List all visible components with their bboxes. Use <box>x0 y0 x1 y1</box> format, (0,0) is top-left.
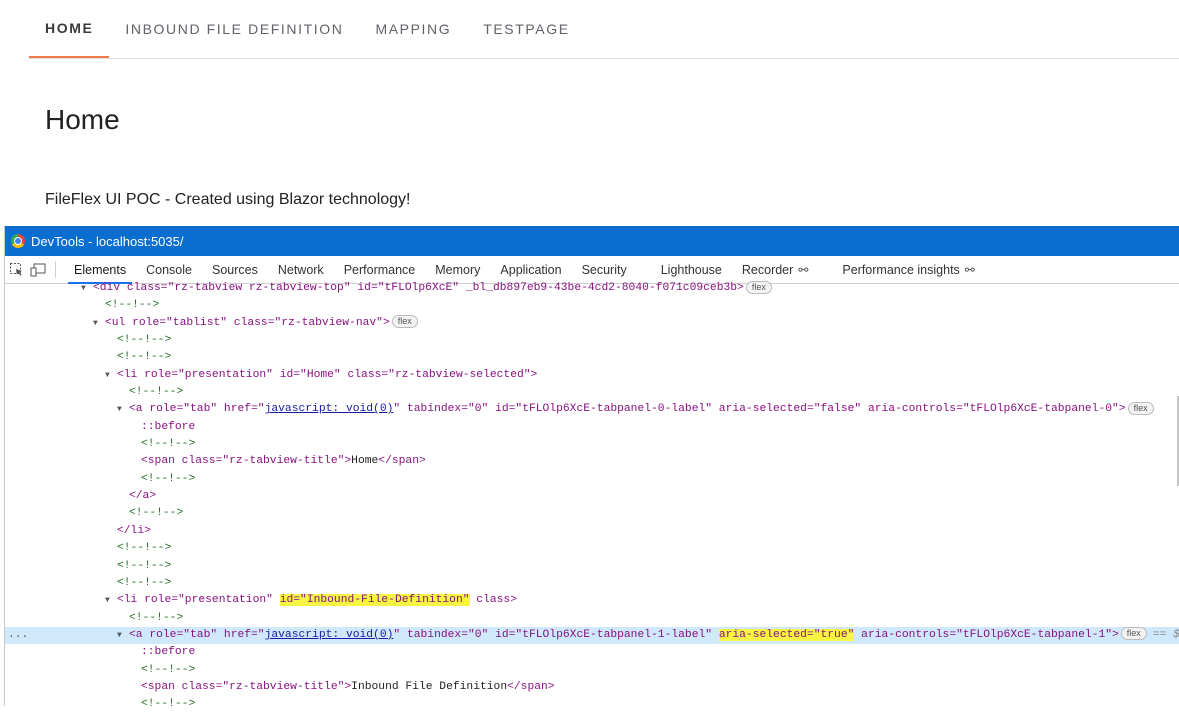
tree-node-comment[interactable]: <!--!--> <box>5 349 1179 366</box>
more-actions-icon[interactable]: ... <box>8 627 28 644</box>
node-text-end: aria-controls="tFLOlp6XcE-tabpanel-1"> <box>854 628 1119 641</box>
tree-node-span-inbound[interactable]: <span class="rz-tabview-title">Inbound F… <box>5 679 1179 696</box>
tree-node-a-tab0[interactable]: ▼ <a role="tab" href="javascript: void(0)… <box>5 401 1179 418</box>
inspect-element-icon[interactable] <box>5 256 27 283</box>
recorder-label: Recorder <box>741 262 794 277</box>
page-description: FileFlex UI POC - Created using Blazor t… <box>45 191 411 208</box>
flex-badge[interactable]: flex <box>1120 627 1147 641</box>
tree-node-a-tab1-selected[interactable]: ... ▼ <a role="tab" href="javascript: void… <box>5 626 1179 645</box>
tree-node-comment[interactable]: <!--!--> <box>5 662 1179 679</box>
devtools-tab-console[interactable]: Console <box>136 256 202 283</box>
devtools-tab-application[interactable]: Application <box>490 256 571 283</box>
tab-inbound-file-definition[interactable]: INBOUND FILE DEFINITION <box>109 0 359 58</box>
toolbar-divider <box>55 261 56 278</box>
tree-node-comment[interactable]: <!--!--> <box>5 332 1179 349</box>
devtools-tab-performance[interactable]: Performance <box>334 256 426 283</box>
tab-testpage[interactable]: TESTPAGE <box>467 0 585 58</box>
tree-node-div[interactable]: ▼ <div class="rz-tabview rz-tabview-top" … <box>5 280 1179 297</box>
span-close: </span> <box>378 455 426 468</box>
devtools-tab-memory[interactable]: Memory <box>425 256 490 283</box>
devtools-tab-performance-insights[interactable]: Performance insights ⚯ <box>832 256 984 283</box>
span-text: Home <box>351 455 379 468</box>
node-text-end: " tabindex="0" id="tFLOlp6XcE-tabpanel-0… <box>393 403 1126 416</box>
tree-node-comment[interactable]: <!--!--> <box>5 575 1179 592</box>
tree-node-span-home[interactable]: <span class="rz-tabview-title">Home</spa… <box>5 453 1179 470</box>
elements-tree: ▼ <div class="rz-tabview rz-tabview-top" … <box>5 280 1179 714</box>
tab-bar: HOME INBOUND FILE DEFINITION MAPPING TES… <box>29 0 1179 59</box>
tree-node-pseudo-before[interactable]: ::before <box>5 644 1179 661</box>
tree-node-comment[interactable]: <!--!--> <box>5 436 1179 453</box>
node-text-start: <a role="tab" href=" <box>129 403 265 416</box>
devtools-window: DevTools - localhost:5035/ Elements Cons… <box>4 226 1179 710</box>
flex-badge[interactable]: flex <box>745 280 772 294</box>
expand-triangle-icon[interactable]: ▼ <box>117 401 129 418</box>
experiment-flask-icon: ⚯ <box>798 262 809 277</box>
span-open: <span class="rz-tabview-title"> <box>141 455 352 468</box>
tree-node-comment[interactable]: <!--!--> <box>5 696 1179 713</box>
span-open: <span class="rz-tabview-title"> <box>141 680 352 693</box>
performance-insights-label: Performance insights <box>842 262 960 277</box>
tree-node-comment[interactable]: <!--!--> <box>5 471 1179 488</box>
devtools-tab-network[interactable]: Network <box>268 256 334 283</box>
tree-node-comment[interactable]: <!--!--> <box>5 540 1179 557</box>
tree-node-comment[interactable]: <!--!--> <box>5 610 1179 627</box>
tab-testpage-label: TESTPAGE <box>483 21 570 37</box>
flex-badge[interactable]: flex <box>391 315 418 329</box>
tab-home[interactable]: HOME <box>29 0 110 58</box>
tree-node-li-close[interactable]: </li> <box>5 523 1179 540</box>
node-text: <ul role="tablist" class="rz-tabview-nav… <box>105 316 390 329</box>
devtools-tab-recorder[interactable]: Recorder ⚯ <box>732 256 832 283</box>
devtools-tab-lighthouse[interactable]: Lighthouse <box>651 256 732 283</box>
tab-mapping-label: MAPPING <box>375 21 452 37</box>
span-close: </span> <box>507 680 555 693</box>
node-text-start: <li role="presentation" <box>117 594 280 607</box>
tree-node-ul[interactable]: ▼ <ul role="tablist" class="rz-tabview-na… <box>5 315 1179 332</box>
expand-triangle-icon[interactable]: ▼ <box>81 280 93 297</box>
devtools-tab-elements[interactable]: Elements <box>64 256 136 284</box>
tree-node-a-close[interactable]: </a> <box>5 488 1179 505</box>
page-title: Home <box>45 104 120 135</box>
tab-inbound-label: INBOUND FILE DEFINITION <box>125 21 344 37</box>
tab-home-label: HOME <box>45 20 94 36</box>
tree-node-comment[interactable]: <!--!--> <box>5 297 1179 314</box>
expand-triangle-icon[interactable]: ▼ <box>117 627 129 644</box>
devtools-tab-security[interactable]: Security <box>572 256 651 283</box>
devtools-title: DevTools - localhost:5035/ <box>31 233 184 249</box>
span-text: Inbound File Definition <box>351 680 508 693</box>
highlighted-id-attribute: id="Inbound-File-Definition" <box>279 594 470 607</box>
devtools-title-bar: DevTools - localhost:5035/ <box>5 226 1179 256</box>
tree-node-li-inbound[interactable]: ▼ <li role="presentation" id="Inbound-Fil… <box>5 592 1179 609</box>
experiment-flask-icon: ⚯ <box>964 262 975 277</box>
device-toolbar-icon[interactable] <box>27 256 49 283</box>
tab-mapping[interactable]: MAPPING <box>359 0 467 58</box>
app-page: HOME INBOUND FILE DEFINITION MAPPING TES… <box>0 0 1179 226</box>
tree-node-pseudo-before[interactable]: ::before <box>5 419 1179 436</box>
tree-node-li-home[interactable]: ▼ <li role="presentation" id="Home" class… <box>5 367 1179 384</box>
console-reference: == $0 <box>1152 628 1179 641</box>
href-link[interactable]: javascript: void(0) <box>265 629 394 641</box>
flex-badge[interactable]: flex <box>1127 401 1154 415</box>
tree-node-comment[interactable]: <!--!--> <box>5 558 1179 575</box>
tree-node-comment[interactable]: <!--!--> <box>5 505 1179 522</box>
devtools-tab-sources[interactable]: Sources <box>202 256 268 283</box>
tree-node-comment[interactable]: <!--!--> <box>5 384 1179 401</box>
expand-triangle-icon[interactable]: ▼ <box>93 315 105 332</box>
href-link[interactable]: javascript: void(0) <box>265 403 394 415</box>
node-text-mid: " tabindex="0" id="tFLOlp6XcE-tabpanel-1… <box>393 628 719 641</box>
expand-triangle-icon[interactable]: ▼ <box>105 367 117 384</box>
chrome-icon <box>11 234 25 248</box>
expand-triangle-icon[interactable]: ▼ <box>105 592 117 609</box>
highlighted-aria-selected: aria-selected="true" <box>718 628 855 641</box>
node-text-end: class> <box>469 594 517 607</box>
node-text: <div class="rz-tabview rz-tabview-top" i… <box>93 282 744 294</box>
node-text: <li role="presentation" id="Home" class=… <box>117 368 538 381</box>
node-text-start: <a role="tab" href=" <box>129 628 265 641</box>
